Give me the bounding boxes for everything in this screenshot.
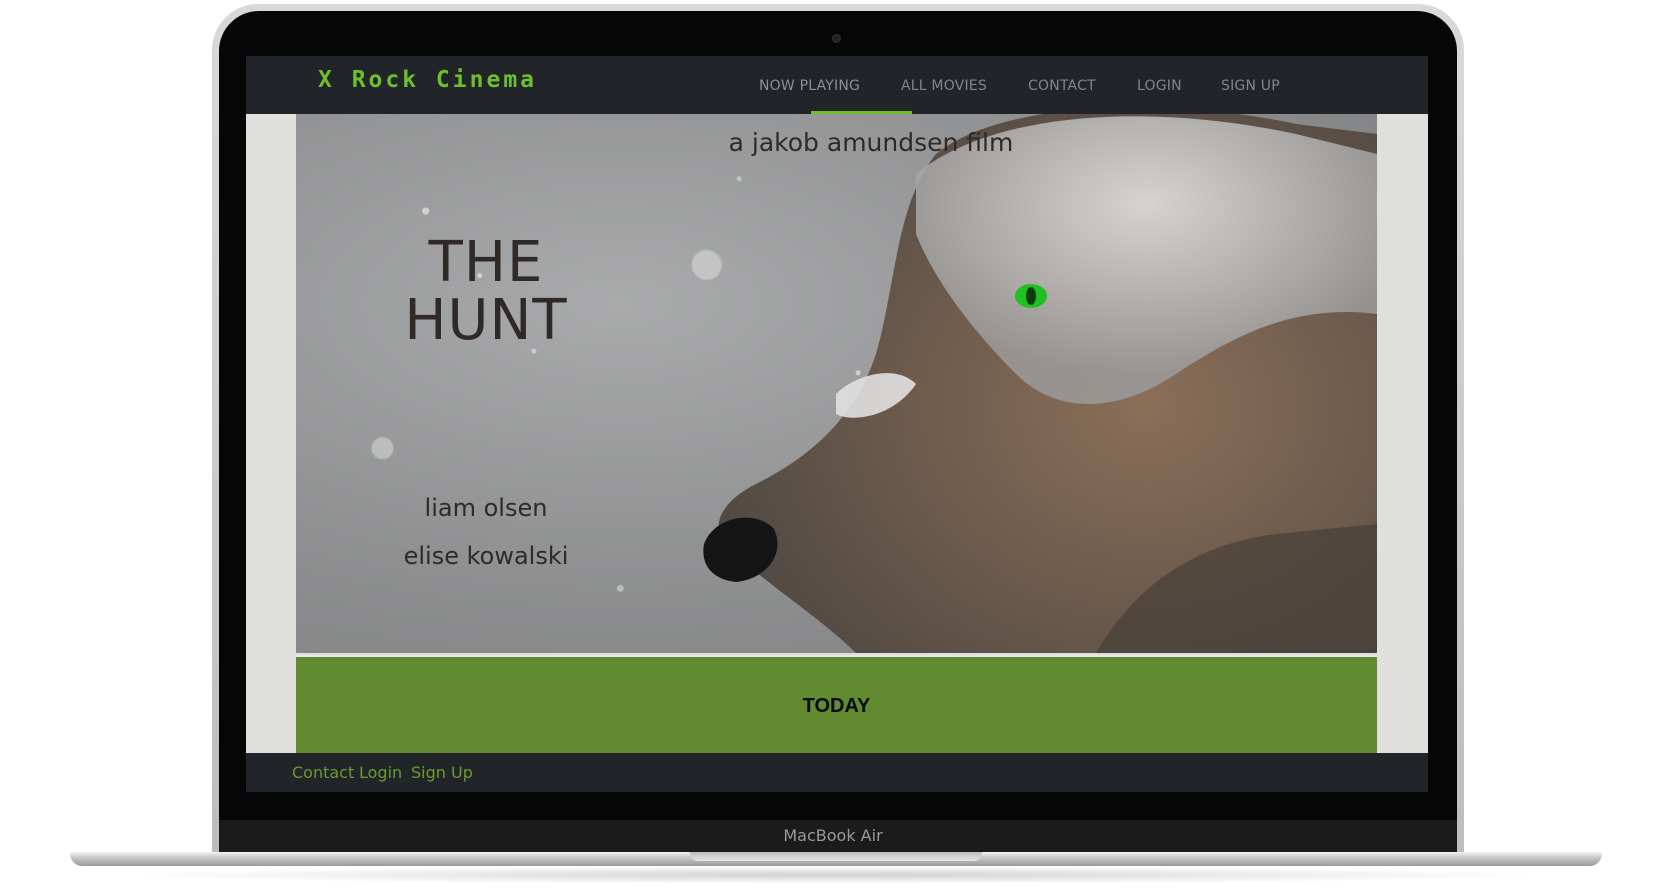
laptop-shadow [120,866,1550,884]
nav-login[interactable]: LOGIN [1137,78,1182,94]
camera-icon [832,34,841,43]
movie-title-line-1: THE [428,230,544,295]
today-showtimes-banner[interactable]: TODAY [296,655,1377,755]
movie-poster[interactable]: a jakob amundsen film THE HUNT liam olse… [296,114,1377,653]
nav-contact[interactable]: CONTACT [1028,78,1096,94]
nav-sign-up[interactable]: SIGN UP [1221,78,1280,94]
site-logo[interactable]: X Rock Cinema [318,67,537,93]
movie-title-line-2: HUNT [404,288,568,353]
footer-link-login[interactable]: Login [359,763,402,782]
device-label: MacBook Air [783,826,883,845]
laptop-notch [690,852,982,861]
footer-link-sign-up[interactable]: Sign Up [411,763,473,782]
film-credit-tagline: a jakob amundsen film [728,128,1014,157]
top-navbar: X Rock Cinema NOW PLAYING ALL MOVIES CON… [246,56,1428,114]
nav-now-playing[interactable]: NOW PLAYING [759,78,860,94]
wolf-image [703,114,1377,653]
movie-title: THE HUNT [376,234,596,350]
cast-member: elise kowalski [403,542,569,570]
nav-all-movies[interactable]: ALL MOVIES [901,78,987,94]
today-label: TODAY [802,695,871,717]
footer-link-contact[interactable]: Contact [292,763,354,782]
cast-member: liam olsen [424,494,548,522]
laptop-mockup: MacBook Air X Rock Cinema NOW PLAYING AL… [0,0,1666,896]
site-footer: Contact Login Sign Up [246,753,1428,792]
browser-screen: X Rock Cinema NOW PLAYING ALL MOVIES CON… [246,56,1428,792]
